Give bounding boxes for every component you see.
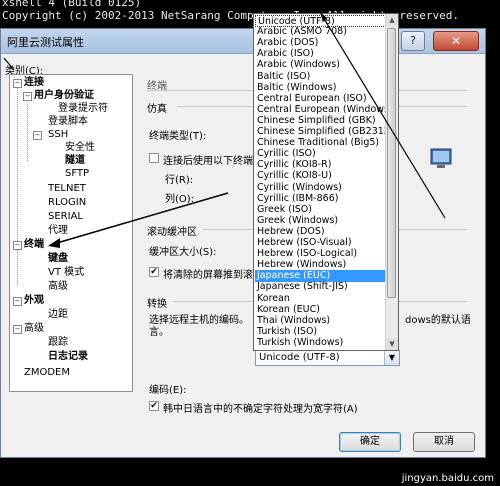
dialog-title: 阿里云测试属性 (7, 36, 84, 49)
convert-group-title: 转换 (147, 299, 167, 310)
cancel-button[interactable]: 取消 (413, 432, 475, 452)
tree-item-telnet[interactable]: TELNET (48, 183, 86, 195)
tree-item-terminal[interactable]: 终端 (24, 239, 44, 251)
watermark-text: jingyan.baidu.com (401, 473, 494, 484)
push-cleared-checkbox[interactable]: ✔ (149, 267, 159, 277)
tree-item-rlogin[interactable]: RLOGIN (48, 197, 86, 209)
dialog-titlebar[interactable]: 阿里云测试属性 ? ✕ (1, 29, 485, 54)
scroll-up-icon[interactable]: ▲ (386, 14, 398, 26)
encoding-dropdown-list[interactable]: Unicode (UTF-8) Arabic (ASMO 708) Arabic (… (253, 13, 399, 351)
push-cleared-label: 将清除的屏幕推到滚 (163, 270, 253, 281)
tree-item-sftp[interactable]: SFTP (65, 168, 89, 180)
tree-toggle-ssh[interactable]: − (33, 131, 42, 140)
tree-item-tunnel[interactable]: 隧道 (65, 155, 85, 167)
tree-item-serial[interactable]: SERIAL (48, 211, 83, 223)
tree-item-connection[interactable]: 连接 (24, 77, 44, 89)
cols-label: 列(O): (165, 194, 195, 205)
monitor-icon (430, 148, 452, 168)
tree-item-trace[interactable]: 跟踪 (48, 337, 68, 349)
tree-item-user-auth[interactable]: 用户身份验证 (34, 90, 94, 102)
encoding-option[interactable]: Turkish (Windows) (255, 337, 386, 349)
scroll-buffer-group-title: 滚动缓冲区 (147, 227, 197, 238)
tree-item-zmodem[interactable]: ZMODEM (24, 367, 70, 379)
use-size-label: 连接后使用以下终端 (163, 156, 253, 167)
tree-item-log[interactable]: 日志记录 (48, 351, 88, 363)
rows-label: 行(R): (165, 175, 194, 186)
tree-item-advanced[interactable]: 高级 (24, 323, 44, 335)
tree-item-login-prompt[interactable]: 登录提示符 (58, 103, 108, 115)
use-size-checkbox[interactable] (149, 153, 159, 163)
convert-description-end: 言。 (149, 327, 169, 338)
buffer-size-label: 缓冲区大小(S): (149, 247, 217, 258)
tree-item-ssh[interactable]: SSH (48, 129, 68, 141)
tree-item-margin[interactable]: 边距 (48, 309, 68, 321)
cjk-wide-checkbox[interactable]: ✔ (149, 401, 159, 411)
tree-toggle-connection[interactable]: − (13, 79, 22, 88)
scroll-thumb[interactable] (387, 28, 396, 298)
tree-line (27, 99, 28, 161)
terminal-type-label: 终端类型(T): (149, 131, 207, 142)
cjk-wide-label: 韩中日语言中的不确定字符处理为宽字符(A) (163, 404, 358, 415)
close-button[interactable]: ✕ (433, 31, 479, 51)
tree-item-vt-mode[interactable]: VT 模式 (48, 267, 84, 279)
tree-line (17, 85, 18, 285)
properties-dialog: 阿里云测试属性 ? ✕ 类别(C): − 连接 − 用户身份验证 登录提示符 登… (0, 28, 486, 458)
category-tree[interactable]: − 连接 − 用户身份验证 登录提示符 登录脚本 − SSH 安全性 隧道 SF… (9, 74, 133, 392)
tree-item-appearance[interactable]: 外观 (24, 295, 44, 307)
tree-item-keyboard[interactable]: 键盘 (48, 253, 68, 265)
tree-toggle-advanced[interactable]: − (13, 325, 22, 334)
tree-item-login-script[interactable]: 登录脚本 (48, 116, 88, 128)
dropdown-scrollbar[interactable]: ▲ ▼ (385, 14, 398, 350)
chevron-down-icon[interactable]: ▼ (384, 351, 399, 365)
ok-button[interactable]: 确定 (339, 432, 401, 452)
help-button[interactable]: ? (401, 31, 425, 51)
tree-item-advanced-terminal[interactable]: 高级 (48, 281, 68, 293)
terminal-line-1: xshell 4 (Build 0125) (2, 0, 142, 9)
encoding-label: 编码(E): (149, 385, 187, 396)
emulation-group-title: 仿真 (147, 104, 167, 115)
tree-toggle-appearance[interactable]: − (13, 297, 22, 306)
tree-item-security[interactable]: 安全性 (65, 142, 95, 154)
encoding-select[interactable]: Unicode (UTF-8) ▼ (255, 350, 400, 366)
tree-toggle-terminal[interactable]: − (13, 241, 22, 250)
scroll-down-icon[interactable]: ▼ (386, 338, 398, 350)
convert-description-tail: dows的默认语 (405, 315, 471, 326)
tree-toggle-user-auth[interactable]: − (23, 92, 32, 101)
encoding-select-value: Unicode (UTF-8) (259, 352, 340, 363)
tree-item-proxy[interactable]: 代理 (48, 225, 68, 237)
